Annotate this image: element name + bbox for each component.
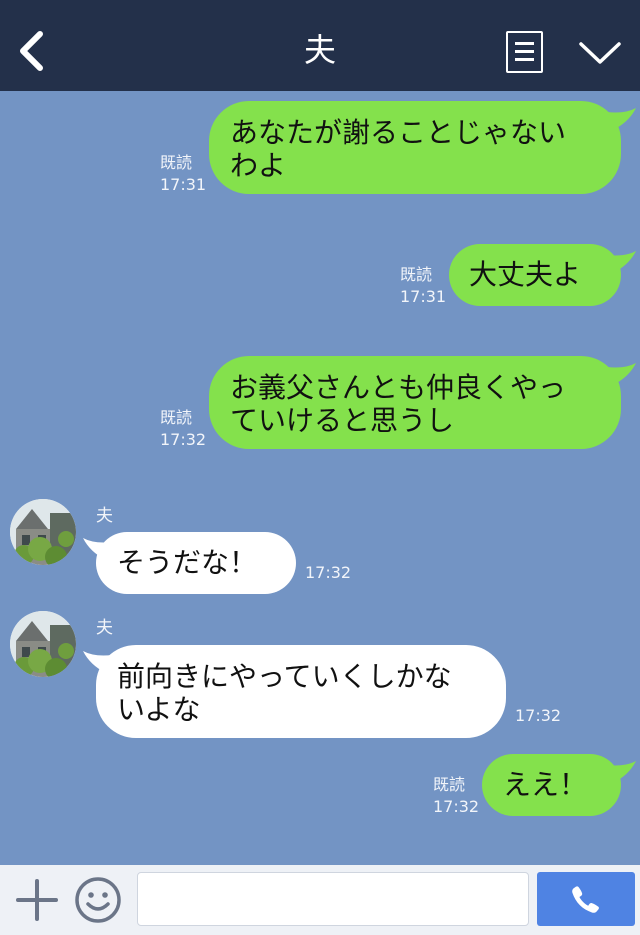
avatar[interactable] <box>10 499 76 565</box>
chevron-down-icon[interactable] <box>578 38 622 68</box>
bubble-tail <box>607 363 636 385</box>
message-line: わよ <box>230 149 287 182</box>
emoji-icon[interactable] <box>74 876 122 924</box>
bubble-tail <box>607 108 636 130</box>
avatar-house-icon <box>10 499 76 565</box>
phone-icon <box>572 886 599 913</box>
message-time: 17:32 <box>160 430 207 449</box>
read-status: 既読 <box>433 775 466 794</box>
sender-name: 夫 <box>96 506 113 526</box>
message-bubble-outgoing[interactable]: あなたが謝ることじゃない わよ <box>209 101 621 194</box>
message-line: ていけると思うし <box>230 404 455 437</box>
chat-area[interactable]: 既読 17:31 あなたが謝ることじゃない わよ 既読 17:31 大丈夫よ 既… <box>0 91 640 865</box>
message-line: 大丈夫よ <box>469 258 582 291</box>
read-status: 既読 <box>400 265 433 284</box>
message-time: 17:32 <box>433 797 480 816</box>
message-time: 17:31 <box>160 175 207 194</box>
message-bubble-incoming[interactable]: そうだな！ <box>96 532 296 594</box>
message-line: そうだな！ <box>117 546 258 579</box>
message-bubble-incoming[interactable]: 前向きにやっていくしかな いよな <box>96 645 506 738</box>
read-status: 既読 <box>160 153 193 172</box>
message-time: 17:32 <box>305 563 352 582</box>
message-line: 前向きにやっていくしかな <box>117 660 452 693</box>
notes-icon[interactable] <box>506 31 543 73</box>
bubble-tail <box>607 251 636 273</box>
message-bubble-outgoing[interactable]: お義父さんとも仲良くやっ ていけると思うし <box>209 356 621 449</box>
bubble-tail <box>83 538 112 560</box>
message-time: 17:32 <box>515 706 562 725</box>
read-receipt: 既読 17:32 <box>160 407 206 451</box>
message-input[interactable] <box>137 872 529 926</box>
chat-title: 夫 <box>303 31 336 69</box>
avatar[interactable] <box>10 611 76 677</box>
chat-header: 夫 <box>0 0 640 91</box>
read-receipt: 既読 17:31 <box>160 152 206 196</box>
bubble-tail <box>83 651 112 673</box>
sender-name: 夫 <box>96 618 113 638</box>
message-bubble-outgoing[interactable]: ええ！ <box>482 754 621 816</box>
read-status: 既読 <box>160 408 193 427</box>
avatar-house-icon <box>10 611 76 677</box>
message-time: 17:31 <box>400 287 447 306</box>
message-line: いよな <box>117 693 201 726</box>
message-line: ええ！ <box>503 768 588 801</box>
call-button[interactable] <box>537 872 635 926</box>
read-receipt: 既読 17:31 <box>400 264 446 308</box>
message-bubble-outgoing[interactable]: 大丈夫よ <box>449 244 621 306</box>
bubble-tail <box>607 761 636 783</box>
read-receipt: 既読 17:32 <box>433 774 479 818</box>
message-line: あなたが謝ることじゃない <box>230 116 567 149</box>
plus-icon[interactable] <box>15 878 59 922</box>
message-line: お義父さんとも仲良くやっ <box>230 371 567 404</box>
